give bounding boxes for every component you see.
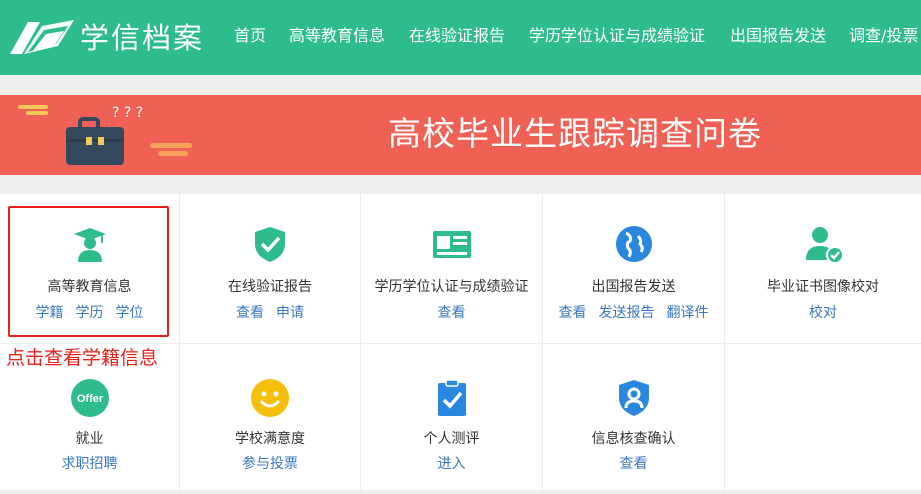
service-card-assessment[interactable]: 个人测评 进入 — [361, 344, 543, 494]
nav-home[interactable]: 首页 — [234, 25, 266, 47]
shield-user-icon — [618, 380, 649, 416]
link-vote[interactable]: 参与投票 — [242, 456, 298, 472]
service-label: 个人测评 — [423, 431, 480, 447]
globe-icon — [615, 226, 652, 262]
smiley-icon — [251, 379, 289, 417]
survey-banner[interactable]: ? ? ? 高校毕业生跟踪调查问卷 — [0, 95, 921, 175]
link-view[interactable]: 查看 — [620, 456, 648, 472]
service-card-overseas[interactable]: 出国报告发送 查看 发送报告 翻译件 — [543, 194, 725, 344]
link-view[interactable]: 查看 — [438, 305, 466, 321]
service-label: 在线验证报告 — [228, 279, 312, 295]
clipboard-check-icon — [437, 379, 466, 416]
service-label: 学历学位认证与成绩验证 — [374, 279, 529, 295]
service-label: 学校满意度 — [235, 431, 305, 447]
link-apply[interactable]: 申请 — [276, 305, 304, 321]
brand-title[interactable]: 学信档案 — [80, 20, 204, 56]
book-logo-icon[interactable] — [8, 16, 74, 56]
highlight-box — [8, 206, 169, 337]
link-job-search[interactable]: 求职招聘 — [62, 456, 118, 472]
banner-title: 高校毕业生跟踪调查问卷 — [388, 114, 762, 153]
nav-survey-vote[interactable]: 调查/投票 — [849, 25, 918, 47]
user-check-icon — [806, 227, 843, 264]
service-label: 信息核查确认 — [591, 431, 676, 447]
annotation-text: 点击查看学籍信息 — [6, 345, 159, 371]
service-label: 就业 — [75, 431, 104, 447]
link-view[interactable]: 查看 — [559, 305, 587, 321]
service-card-info-verify[interactable]: 信息核查确认 查看 — [543, 344, 725, 494]
link-enter[interactable]: 进入 — [438, 456, 466, 472]
link-send-report[interactable]: 发送报告 — [599, 305, 655, 321]
service-card-satisfaction[interactable]: 学校满意度 参与投票 — [180, 344, 361, 494]
id-card-icon — [432, 231, 471, 258]
nav-online-verification[interactable]: 在线验证报告 — [409, 25, 505, 47]
service-card-certification[interactable]: 学历学位认证与成绩验证 查看 — [361, 194, 543, 344]
service-label: 毕业证书图像校对 — [767, 279, 879, 295]
link-translation[interactable]: 翻译件 — [667, 305, 709, 321]
link-proofread[interactable]: 校对 — [809, 305, 837, 321]
offer-text: Offer — [76, 393, 103, 405]
nav-overseas-report[interactable]: 出国报告发送 — [730, 25, 826, 47]
service-card-diploma-proof[interactable]: 毕业证书图像校对 校对 — [725, 194, 921, 344]
question-marks: ? ? ? — [112, 105, 143, 121]
nav-higher-education[interactable]: 高等教育信息 — [289, 25, 385, 47]
top-nav: 学信档案 首页 高等教育信息 在线验证报告 学历学位认证与成绩验证 出国报告发送… — [0, 0, 921, 75]
service-label: 出国报告发送 — [591, 279, 676, 295]
service-card-online-report[interactable]: 在线验证报告 查看 申请 — [180, 194, 361, 344]
shield-check-icon — [255, 227, 285, 262]
empty-cell — [725, 344, 921, 494]
nav-degree-certification[interactable]: 学历学位认证与成绩验证 — [529, 25, 705, 47]
offer-icon: Offer — [70, 379, 109, 417]
briefcase-illustration-icon: ? ? ? — [18, 105, 192, 165]
link-view[interactable]: 查看 — [236, 305, 264, 321]
